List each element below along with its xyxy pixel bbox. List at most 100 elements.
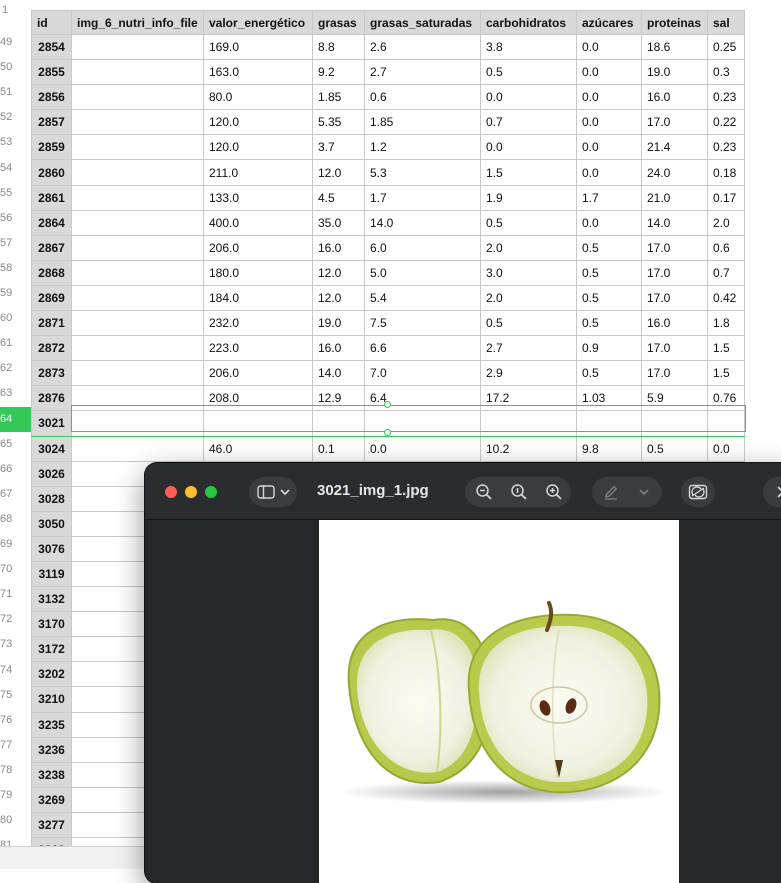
table-row[interactable]: 2857 120.0 5.35 1.85 0.7 0.0 17.0 0.22 bbox=[31, 109, 745, 136]
id-cell[interactable]: 3236 bbox=[31, 736, 72, 763]
id-cell[interactable]: 3210 bbox=[31, 686, 72, 713]
table-cell[interactable]: 400.0 bbox=[203, 209, 313, 236]
table-cell[interactable] bbox=[71, 284, 204, 312]
table-cell[interactable]: 0.5 bbox=[480, 209, 577, 236]
sidebar-toggle-button[interactable] bbox=[249, 477, 297, 507]
table-cell[interactable] bbox=[71, 184, 204, 211]
row-number[interactable]: 71 bbox=[0, 582, 31, 607]
table-cell[interactable]: 16.0 bbox=[641, 310, 708, 337]
table-cell[interactable] bbox=[71, 209, 204, 236]
column-header[interactable]: img_6_nutri_info_file bbox=[71, 10, 204, 35]
row-number[interactable]: 75 bbox=[0, 683, 31, 708]
table-cell[interactable]: 0.23 bbox=[707, 84, 745, 111]
row-number[interactable]: 54 bbox=[0, 156, 31, 181]
table-cell[interactable] bbox=[364, 410, 481, 437]
close-sidebar-button[interactable] bbox=[763, 477, 781, 507]
minimize-window-button[interactable] bbox=[185, 486, 197, 498]
table-cell[interactable]: 6.6 bbox=[364, 335, 481, 362]
table-cell[interactable]: 1.2 bbox=[364, 134, 481, 161]
id-cell[interactable]: 2859 bbox=[31, 134, 72, 161]
table-cell[interactable]: 5.9 bbox=[641, 385, 708, 412]
table-row[interactable]: 3024 46.0 0.1 0.0 10.2 9.8 0.5 0.0 bbox=[31, 435, 745, 462]
id-cell[interactable]: 3076 bbox=[31, 535, 72, 562]
table-cell[interactable]: 12.9 bbox=[312, 385, 365, 412]
column-header[interactable]: valor_energético bbox=[203, 10, 313, 35]
table-cell[interactable]: 16.0 bbox=[312, 335, 365, 362]
table-cell[interactable]: 14.0 bbox=[364, 209, 481, 236]
table-cell[interactable]: 0.5 bbox=[480, 59, 577, 86]
table-cell[interactable]: 7.5 bbox=[364, 310, 481, 337]
id-cell[interactable]: 3026 bbox=[31, 460, 72, 487]
table-cell[interactable]: 12.0 bbox=[312, 159, 365, 186]
row-number[interactable]: 69 bbox=[0, 532, 31, 557]
table-cell[interactable]: 0.3 bbox=[707, 59, 745, 86]
table-row[interactable]: 2873 206.0 14.0 7.0 2.9 0.5 17.0 1.5 bbox=[31, 360, 745, 387]
table-cell[interactable]: 0.1 bbox=[312, 435, 365, 462]
table-cell[interactable]: 0.17 bbox=[707, 184, 745, 211]
row-number[interactable]: 57 bbox=[0, 231, 31, 256]
table-cell[interactable]: 8.8 bbox=[312, 33, 365, 61]
zoom-in-icon[interactable] bbox=[543, 482, 565, 502]
table-row[interactable]: 2855 163.0 9.2 2.7 0.5 0.0 19.0 0.3 bbox=[31, 59, 745, 86]
id-cell[interactable]: 3277 bbox=[31, 811, 72, 839]
table-cell[interactable] bbox=[71, 360, 204, 387]
table-cell[interactable]: 1.5 bbox=[707, 360, 745, 387]
id-cell[interactable]: 3172 bbox=[31, 636, 72, 663]
column-header[interactable]: carbohidratos bbox=[480, 10, 577, 35]
row-number[interactable]: 76 bbox=[0, 708, 31, 733]
id-cell[interactable]: 2864 bbox=[31, 209, 72, 236]
table-cell[interactable]: 2.0 bbox=[480, 284, 577, 312]
image-viewport[interactable] bbox=[145, 520, 781, 883]
table-row[interactable]: 2864 400.0 35.0 14.0 0.5 0.0 14.0 2.0 bbox=[31, 209, 745, 236]
table-cell[interactable]: 2.9 bbox=[480, 360, 577, 387]
table-cell[interactable]: 0.0 bbox=[576, 109, 642, 136]
row-number[interactable]: 72 bbox=[0, 607, 31, 632]
table-cell[interactable]: 0.0 bbox=[576, 84, 642, 111]
id-cell[interactable]: 2860 bbox=[31, 159, 72, 186]
zoom-actual-icon[interactable] bbox=[508, 482, 530, 502]
selection-handle-top[interactable] bbox=[384, 401, 391, 408]
id-cell[interactable]: 2855 bbox=[31, 59, 72, 86]
table-cell[interactable] bbox=[707, 410, 745, 437]
table-cell[interactable]: 1.03 bbox=[576, 385, 642, 412]
row-number[interactable]: 58 bbox=[0, 256, 31, 281]
row-number[interactable]: 66 bbox=[0, 457, 31, 482]
id-cell[interactable]: 3028 bbox=[31, 485, 72, 512]
table-cell[interactable]: 18.6 bbox=[641, 33, 708, 61]
table-cell[interactable]: 4.5 bbox=[312, 184, 365, 211]
table-cell[interactable]: 2.7 bbox=[480, 335, 577, 362]
table-cell[interactable]: 0.0 bbox=[480, 84, 577, 111]
table-cell[interactable]: 206.0 bbox=[203, 360, 313, 387]
table-cell[interactable]: 2.0 bbox=[707, 209, 745, 236]
table-cell[interactable]: 3.0 bbox=[480, 259, 577, 286]
id-cell[interactable]: 2854 bbox=[31, 33, 72, 61]
id-cell[interactable]: 2867 bbox=[31, 234, 72, 261]
table-cell[interactable]: 184.0 bbox=[203, 284, 313, 312]
table-cell[interactable]: 0.25 bbox=[707, 33, 745, 61]
row-number[interactable]: 77 bbox=[0, 733, 31, 758]
table-cell[interactable]: 14.0 bbox=[312, 360, 365, 387]
table-cell[interactable] bbox=[71, 435, 204, 462]
row-number[interactable]: 1 bbox=[0, 0, 31, 20]
row-number[interactable]: 53 bbox=[0, 130, 31, 155]
table-cell[interactable]: 21.0 bbox=[641, 184, 708, 211]
row-number[interactable]: 55 bbox=[0, 181, 31, 206]
column-header[interactable]: sal bbox=[707, 10, 745, 35]
table-cell[interactable] bbox=[576, 410, 642, 437]
table-cell[interactable] bbox=[71, 84, 204, 111]
row-number[interactable]: 63 bbox=[0, 381, 31, 406]
table-row[interactable]: 2872 223.0 16.0 6.6 2.7 0.9 17.0 1.5 bbox=[31, 335, 745, 362]
id-cell[interactable]: 2861 bbox=[31, 184, 72, 211]
row-number[interactable]: 70 bbox=[0, 557, 31, 582]
id-cell[interactable]: 3170 bbox=[31, 611, 72, 638]
table-cell[interactable]: 3.7 bbox=[312, 134, 365, 161]
table-cell[interactable]: 0.5 bbox=[576, 360, 642, 387]
column-header[interactable]: id bbox=[31, 10, 72, 35]
table-cell[interactable]: 5.0 bbox=[364, 259, 481, 286]
id-cell[interactable]: 3050 bbox=[31, 510, 72, 537]
table-cell[interactable]: 14.0 bbox=[641, 209, 708, 236]
id-cell[interactable]: 2869 bbox=[31, 284, 72, 312]
table-cell[interactable]: 2.0 bbox=[480, 234, 577, 261]
table-cell[interactable]: 12.0 bbox=[312, 259, 365, 286]
table-cell[interactable]: 2.7 bbox=[364, 59, 481, 86]
